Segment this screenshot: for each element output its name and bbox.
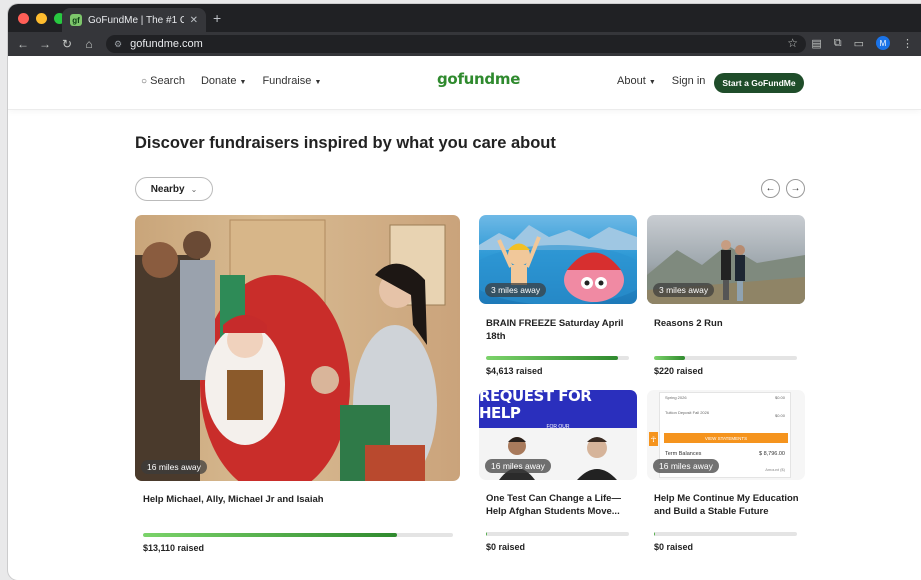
sign-in-link[interactable]: Sign in [672,75,706,87]
progress-fill [654,356,686,360]
distance-badge: 16 miles away [653,459,719,473]
distance-badge: 16 miles away [141,460,207,474]
about-label: About [617,75,646,87]
amount-raised: $220 raised [654,366,704,376]
caret-down-icon: ▼ [239,79,247,86]
amount-raised: $0 raised [486,542,526,552]
browser-toolbar-right: ▤ ⧉ ▭ M ⋮ [811,36,913,50]
term-balances-amount: $ 8,796.00 [759,451,785,457]
reload-icon[interactable]: ↻ [56,37,78,51]
carousel-next-button[interactable]: → [786,179,805,198]
site-header: ○ Search Donate ▼ Fundraise ▼ gofundme A… [8,56,921,110]
view-statements-button: VIEW STATEMENTS [664,433,788,443]
window-controls [18,13,65,24]
family-santa-photo [135,219,446,481]
progress-bar [654,356,797,360]
fundraise-label: Fundraise [262,75,312,87]
tab-close-icon[interactable]: ✕ [190,15,198,26]
fundraiser-title[interactable]: BRAIN FREEZE Saturday April 18th [486,317,631,343]
header-left-nav: ○ Search Donate ▼ Fundraise ▼ [141,75,321,87]
tab-title: GoFundMe | The #1 Crowdfun [88,14,184,26]
menu-kebab-icon[interactable]: ⋮ [902,37,913,50]
url-text: gofundme.com [130,38,203,50]
statement-row-value: $0.00 [774,413,785,418]
accessibility-icon: ☥ [649,432,658,446]
split-view-icon[interactable]: ▭ [854,37,864,50]
fundraiser-image-family-santa[interactable]: 16 miles away [135,215,460,481]
donate-label: Donate [200,75,237,87]
progress-bar [486,356,629,360]
back-arrow-icon[interactable]: ← [12,37,34,51]
amount-raised: $4,613 raised [486,366,543,376]
forward-arrow-icon[interactable]: → [34,37,56,51]
fundraiser-image-reasons-2-run[interactable]: 3 miles away [647,215,805,304]
location-filter-dropdown[interactable]: Nearby ⌄ [135,177,213,201]
browser-window: gf GoFundMe | The #1 Crowdfun ✕ + ← → ↻ … [8,4,921,580]
distance-badge: 16 miles away [485,459,551,473]
new-tab-plus-icon[interactable]: + [213,11,221,25]
site-settings-icon[interactable]: ⚙ [114,39,122,50]
about-menu[interactable]: About ▼ [617,75,656,87]
chevron-down-icon: ⌄ [190,184,198,194]
amount-raised: $0 raised [654,542,694,552]
caret-down-icon: ▼ [314,79,322,86]
close-window-button[interactable] [18,13,29,24]
progress-bar [486,532,629,536]
arrow-left-icon: ← [765,183,776,194]
amount-column-label: Amount ($) [765,467,785,472]
progress-bar [654,532,797,536]
gofundme-favicon-icon: gf [70,14,82,26]
filter-label: Nearby [150,183,185,195]
progress-bar [143,533,453,537]
progress-fill [654,532,656,536]
gofundme-logo[interactable]: gofundme [437,70,520,88]
browser-tab[interactable]: gf GoFundMe | The #1 Crowdfun ✕ [62,8,206,32]
poster-banner: REQUEST FOR HELP FOR OUR [479,390,637,430]
caret-down-icon: ▼ [648,79,656,86]
distance-badge: 3 miles away [485,283,547,297]
fundraiser-title[interactable]: One Test Can Change a Life—Help Afghan S… [486,492,636,518]
donate-menu[interactable]: Donate ▼ [201,75,246,87]
distance-badge: 3 miles away [653,283,715,297]
term-balances-label: Term Balances [665,451,702,457]
bookmark-star-icon[interactable]: ☆ [787,36,798,50]
progress-fill [486,356,618,360]
arrow-right-icon: → [790,183,801,194]
fundraiser-image-brain-freeze[interactable]: 3 miles away [479,215,637,304]
fundraiser-title[interactable]: Reasons 2 Run [654,317,804,330]
search-label: Search [150,75,185,87]
progress-fill [143,533,398,537]
amount-raised: $13,110 raised [143,543,205,553]
search-icon: ○ [141,76,148,87]
header-right-nav: About ▼ Sign in [617,75,705,87]
fundraiser-image-statement[interactable]: Spring 2026 $0.00 Tuition Deposit Fall 2… [647,390,805,480]
progress-fill [486,532,488,536]
page-heading: Discover fundraisers inspired by what yo… [135,134,556,152]
fundraise-menu[interactable]: Fundraise ▼ [262,75,321,87]
address-bar: ← → ↻ ⌂ ⚙ gofundme.com ☆ ▤ ⧉ ▭ M ⋮ [8,32,921,56]
minimize-window-button[interactable] [36,13,47,24]
poster-headline: REQUEST FOR HELP [479,390,592,422]
search-link[interactable]: ○ Search [141,75,185,87]
reading-list-icon[interactable]: ▤ [811,37,821,50]
statement-row-value: $0.00 [774,395,785,400]
url-field[interactable]: ⚙ gofundme.com ☆ [106,35,806,53]
profile-avatar[interactable]: M [876,36,890,50]
carousel-prev-button[interactable]: ← [761,179,780,198]
fundraiser-title[interactable]: Help Michael, Ally, Michael Jr and Isaia… [143,493,453,506]
fundraiser-image-request-for-help[interactable]: REQUEST FOR HELP FOR OUR 16 miles away [479,390,637,480]
start-gofundme-button[interactable]: Start a GoFundMe [714,73,804,93]
extensions-icon[interactable]: ⧉ [834,37,842,50]
statement-row-label: Tuition Deposit Fall 2026 [665,410,710,415]
statement-row-label: Spring 2026 [665,395,687,400]
tab-bar: gf GoFundMe | The #1 Crowdfun ✕ + [8,4,921,32]
home-icon[interactable]: ⌂ [78,37,100,51]
fundraiser-title[interactable]: Help Me Continue My Education and Build … [654,492,806,518]
